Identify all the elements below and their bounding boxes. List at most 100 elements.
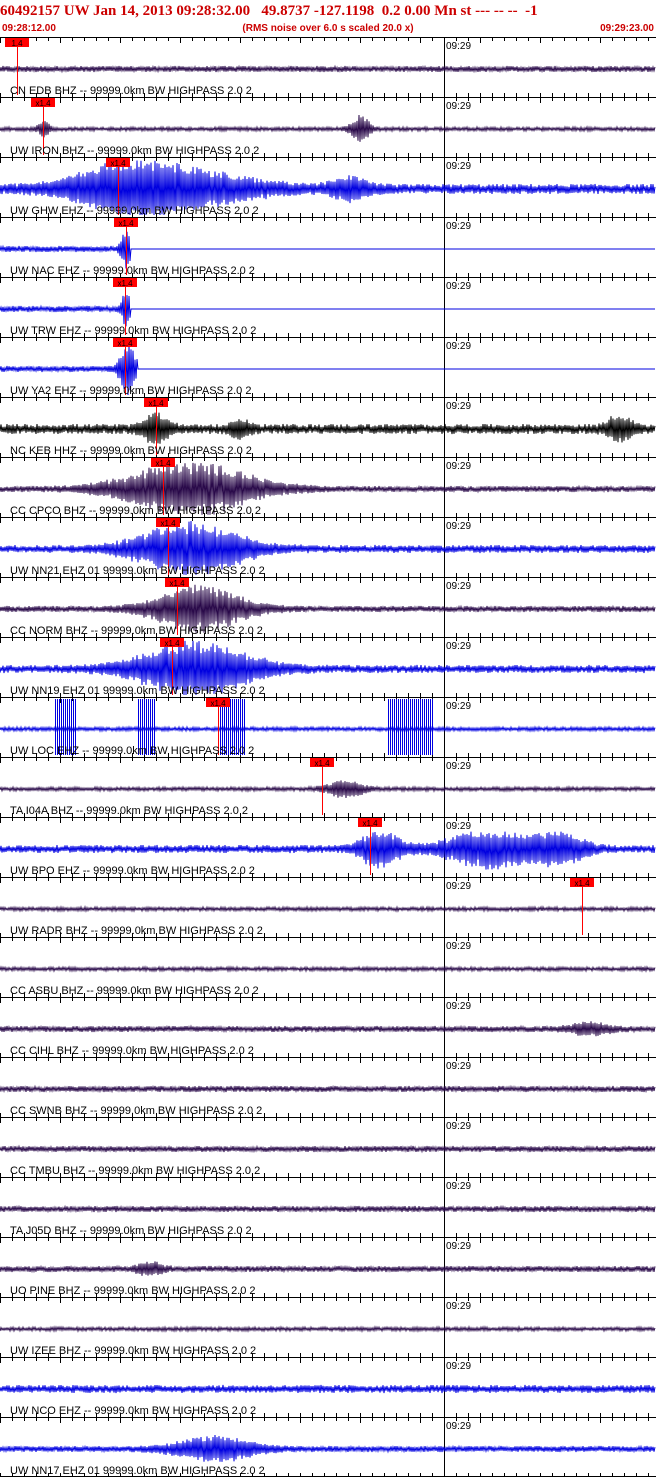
pick-label: 1.4 [11, 39, 23, 48]
station-label: UW RADR BHZ -- 99999.0km BW HIGHPASS 2.0… [10, 925, 263, 937]
minute-tick-label: 09:29 [446, 221, 471, 232]
station-label: TA J05D BHZ -- 99999.0km BW HIGHPASS 2.0… [10, 1225, 252, 1237]
station-label: TA I04A BHZ -- 99999.0km BW HIGHPASS 2.0… [10, 805, 248, 817]
pick-label: x1.4 [35, 99, 51, 108]
minute-tick-label: 09:29 [446, 1061, 471, 1072]
minute-tick-label: 09:29 [446, 1301, 471, 1312]
station-label: CC CIHL BHZ -- 99999.0km BW HIGHPASS 2.0… [10, 1045, 254, 1057]
waveform [0, 1144, 656, 1154]
station-label: CC TMBU BHZ -- 99999.0km BW HIGHPASS 2.0… [10, 1165, 260, 1177]
trace-panel: 09:29 x1.4 TA I04A BHZ -- 99999.0km BW HIG… [0, 757, 656, 817]
pick-label: x1.4 [210, 699, 226, 708]
waveform [0, 231, 655, 269]
minute-tick-label: 09:29 [446, 641, 471, 652]
station-label: CC SWNB BHZ -- 99999.0km BW HIGHPASS 2.0… [10, 1105, 262, 1117]
pick-label: x1.4 [169, 579, 185, 588]
station-label: UW NN21 EHZ 01 99999.0km BW HIGHPASS 2.0… [10, 565, 265, 577]
waveform [0, 965, 656, 973]
station-label: UW NAC EHZ -- 99999.0km BW HIGHPASS 2.0 … [10, 265, 255, 277]
minute-tick-label: 09:29 [446, 521, 471, 532]
minute-tick-label: 09:29 [446, 281, 471, 292]
waveform [0, 831, 656, 870]
trace-panel: 09:29 x1.4 UW NAC EHZ -- 99999.0km BW HIGH… [0, 217, 656, 277]
waveform [0, 295, 655, 327]
trace-panel: 09:29 x1.4 CC CPCO BHZ -- 99999.0km BW HIG… [0, 457, 656, 517]
trace-panel: 09:29 UW NCO EHZ -- 99999.0km BW HIGHPASS… [0, 1357, 656, 1417]
seismogram-plot: 09:29 1.4 CN EDB BHZ -- 99999.0km BW HIGHP… [0, 37, 656, 1477]
waveform [0, 1261, 656, 1276]
trace-panel: 09:29 UO PINE BHZ -- 99999.0km BW HIGHPAS… [0, 1237, 656, 1297]
pick-label: x1.4 [118, 219, 134, 228]
trace-panel: 09:29 1.4 CN EDB BHZ -- 99999.0km BW HIGHP… [0, 37, 656, 97]
time-bar: 09:28:12.00 (RMS noise over 6.0 s scaled… [0, 22, 656, 36]
station-label: UW NCO EHZ -- 99999.0km BW HIGHPASS 2.0 … [10, 1405, 256, 1417]
waveform [0, 412, 656, 444]
pick-label: x1.4 [155, 459, 171, 468]
station-label: CN EDB BHZ -- 99999.0km BW HIGHPASS 2.0 … [10, 85, 252, 97]
pick-label: x1.4 [314, 759, 330, 768]
pick-label: x1.4 [160, 519, 176, 528]
waveform [0, 1021, 656, 1037]
station-label: UW LOC EHZ -- 99999.0km BW HIGHPASS 2.0 … [10, 745, 254, 757]
station-label: UW IRON BHZ -- 99999.0km BW HIGHPASS 2.0… [10, 145, 259, 157]
minute-tick-label: 09:29 [446, 1001, 471, 1012]
station-label: UW IZEE BHZ -- 99999.0km BW HIGHPASS 2.0… [10, 1345, 256, 1357]
trace-panel: 09:29 CC CIHL BHZ -- 99999.0km BW HIGHPAS… [0, 997, 656, 1057]
waveform [0, 64, 656, 74]
trace-panel: 09:29 TA J05D BHZ -- 99999.0km BW HIGHPAS… [0, 1177, 656, 1237]
trace-panel: 09:29 x1.4 UW BPO EHZ -- 99999.0km BW HIGH… [0, 817, 656, 877]
minute-tick-label: 09:29 [446, 161, 471, 172]
station-label: UW YA2 EHZ -- 99999.0km BW HIGHPASS 2.0 … [10, 385, 251, 397]
pick-label: x1.4 [110, 159, 126, 168]
trace-panel: 09:29 x1.4 NC KEB HHZ -- 99999.0km BW HIGH… [0, 397, 656, 457]
station-label: CC CPCO BHZ -- 99999.0km BW HIGHPASS 2.0… [10, 505, 261, 517]
minute-tick-label: 09:29 [446, 761, 471, 772]
waveform [0, 1084, 656, 1094]
station-label: UW BPO EHZ -- 99999.0km BW HIGHPASS 2.0 … [10, 865, 255, 877]
minute-tick-label: 09:29 [446, 581, 471, 592]
minute-tick-label: 09:29 [446, 401, 471, 412]
minute-tick-label: 09:29 [446, 941, 471, 952]
waveform [0, 1204, 656, 1214]
trace-panel: 09:29 x1.4 UW LOC EHZ -- 99999.0km BW HIGH… [0, 697, 656, 757]
minute-tick-label: 09:29 [446, 881, 471, 892]
waveform [0, 1434, 656, 1462]
waveform [0, 905, 656, 913]
station-label: UW TRW EHZ -- 99999.0km BW HIGHPASS 2.0 … [10, 325, 256, 337]
minute-tick-label: 09:29 [446, 821, 471, 832]
trace-panel: 09:29 x1.4 UW YA2 EHZ -- 99999.0km BW HIGH… [0, 337, 656, 397]
minute-tick-label: 09:29 [446, 1421, 471, 1432]
waveform [0, 1384, 656, 1394]
waveform [0, 725, 656, 733]
trace-panel: 09:29 UW NN17 EHZ 01 99999.0km BW HIGHPAS… [0, 1417, 656, 1477]
trace-panel: 09:29 CC SWNB BHZ -- 99999.0km BW HIGHPAS… [0, 1057, 656, 1117]
minute-tick-label: 09:29 [446, 461, 471, 472]
trace-panel: 09:29 x1.4 UW TRW EHZ -- 99999.0km BW HIGH… [0, 277, 656, 337]
trace-panel: 09:29 UW IZEE BHZ -- 99999.0km BW HIGHPAS… [0, 1297, 656, 1357]
station-label: CC NORM BHZ -- 99999.0km BW HIGHPASS 2.0… [10, 625, 263, 637]
waveform [0, 114, 656, 142]
pick-label: x1.4 [117, 339, 133, 348]
waveform [0, 1325, 656, 1333]
pick-label: x1.4 [164, 639, 180, 648]
trace-panel: 09:29 x1.4 UW NN19 EHZ 01 99999.0km BW HIG… [0, 637, 656, 697]
pick-label: x1.4 [148, 399, 164, 408]
trace-panel: 09:29 x1.4 UW IRON BHZ -- 99999.0km BW HIG… [0, 97, 656, 157]
station-label: UW GHW EHZ -- 99999.0km BW HIGHPASS 2.0 … [10, 205, 259, 217]
pick-label: x1.4 [362, 819, 378, 828]
minute-tick-label: 09:29 [446, 1241, 471, 1252]
trace-panel: 09:29 CC TMBU BHZ -- 99999.0km BW HIGHPAS… [0, 1117, 656, 1177]
station-label: UW NN17 EHZ 01 99999.0km BW HIGHPASS 2.0… [10, 1465, 265, 1477]
station-label: UO PINE BHZ -- 99999.0km BW HIGHPASS 2.0… [10, 1285, 256, 1297]
trace-panel: 09:29 x1.4 UW NN21 EHZ 01 99999.0km BW HIG… [0, 517, 656, 577]
end-time: 09:29:23.00 [600, 23, 654, 34]
minute-tick-label: 09:29 [446, 1361, 471, 1372]
trace-panel: 09:29 x1.4 UW RADR BHZ -- 99999.0km BW HIG… [0, 877, 656, 937]
minute-tick-label: 09:29 [446, 101, 471, 112]
trace-panel: 09:29 x1.4 UW GHW EHZ -- 99999.0km BW HIGH… [0, 157, 656, 217]
minute-tick-label: 09:29 [446, 1181, 471, 1192]
minute-tick-label: 09:29 [446, 1121, 471, 1132]
station-label: NC KEB HHZ -- 99999.0km BW HIGHPASS 2.0 … [10, 445, 252, 457]
rms-note: (RMS noise over 6.0 s scaled 20.0 x) [242, 23, 414, 34]
trace-panel: 09:29 x1.4 CC NORM BHZ -- 99999.0km BW HIG… [0, 577, 656, 637]
